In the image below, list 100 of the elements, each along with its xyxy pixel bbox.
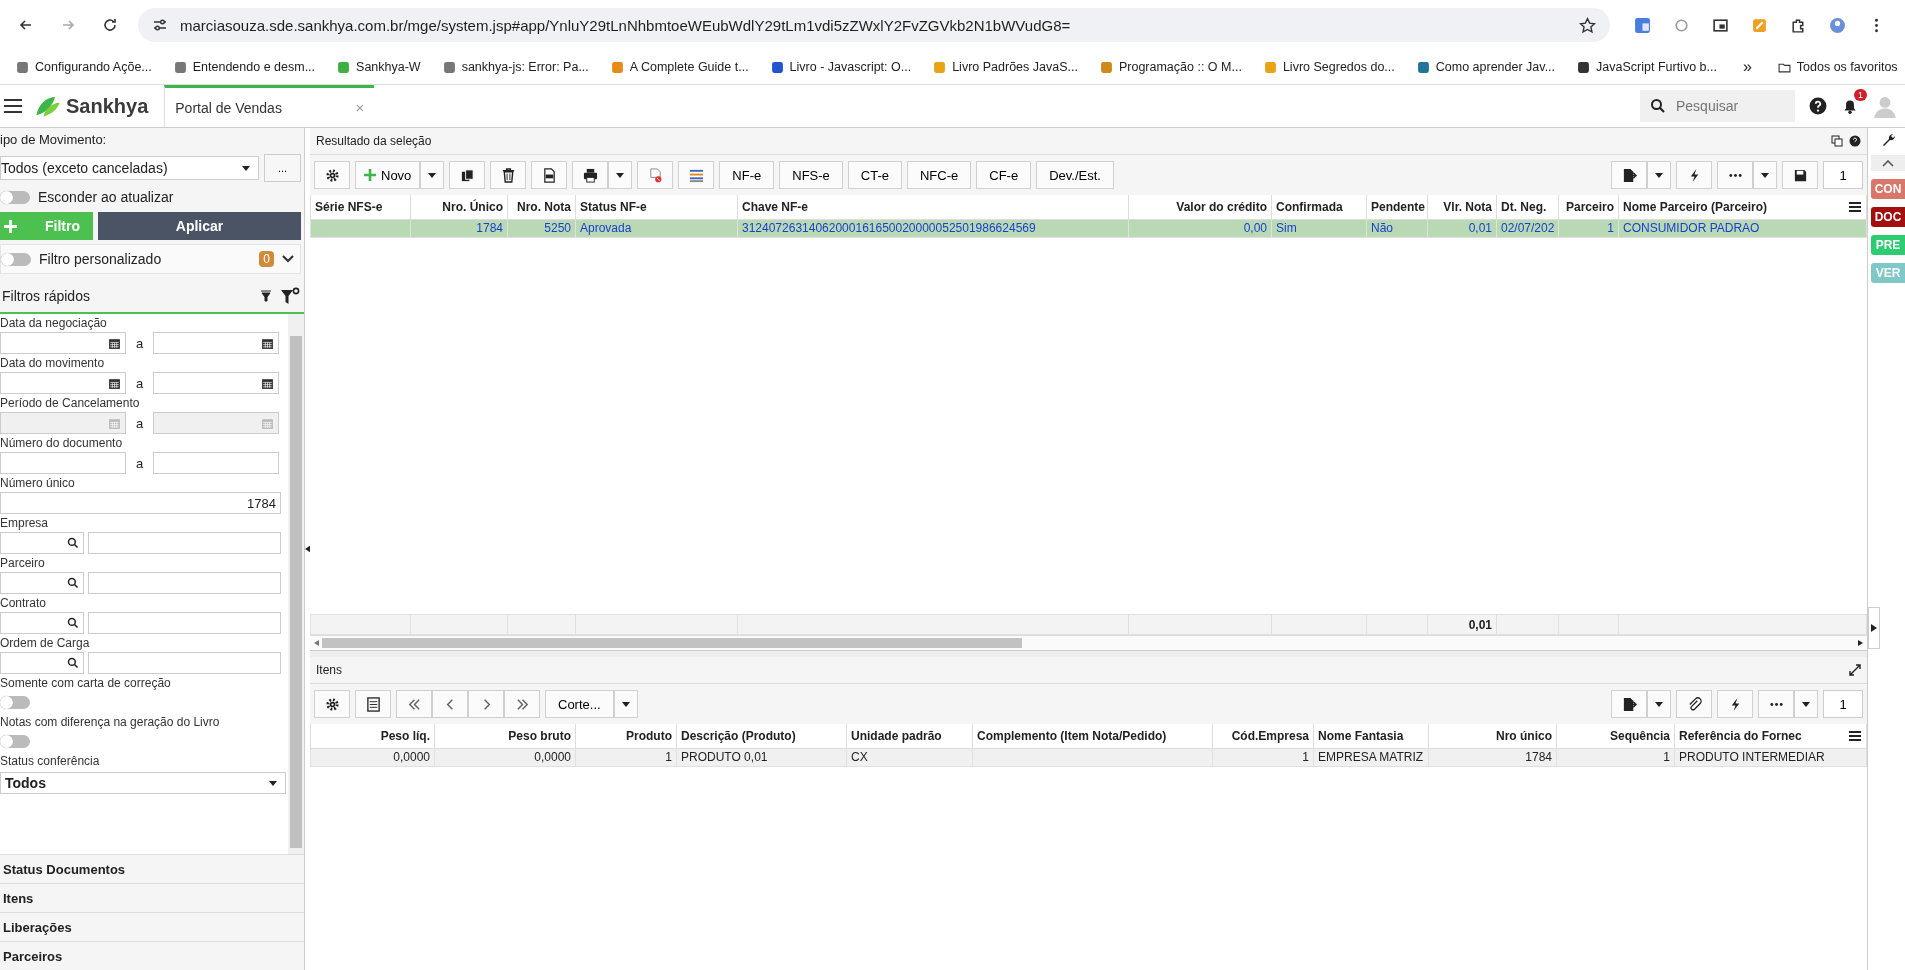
search-field[interactable]: Pesquisar xyxy=(1640,90,1795,122)
delete-button[interactable] xyxy=(490,161,527,189)
more-bookmarks-button[interactable]: » xyxy=(1730,58,1764,76)
expand-right-button[interactable] xyxy=(1868,607,1880,649)
page-field[interactable]: 1 xyxy=(1823,161,1863,189)
column-header[interactable]: Chave NF-e xyxy=(737,195,1129,219)
column-header[interactable]: Peso bruto xyxy=(434,724,576,748)
bookmark[interactable]: Como aprender Jav... xyxy=(1408,56,1564,78)
plus-icon[interactable] xyxy=(364,169,376,181)
dropdown-button[interactable] xyxy=(613,690,638,718)
bookmark[interactable]: sankhya-js: Error: Pa... xyxy=(434,56,597,78)
column-menu-icon[interactable] xyxy=(1849,202,1861,212)
toggle-switch[interactable] xyxy=(1,252,31,266)
search-icon[interactable] xyxy=(67,577,79,589)
search-icon[interactable] xyxy=(67,657,79,669)
document-type-button[interactable]: CF-e xyxy=(976,161,1032,189)
print-button[interactable] xyxy=(572,161,609,189)
vertical-scrollbar[interactable] xyxy=(288,314,304,854)
bookmark[interactable]: Entendendo e desm... xyxy=(165,56,324,78)
date-field[interactable] xyxy=(153,372,279,394)
bookmark-folder[interactable]: Todos os favoritos xyxy=(1769,56,1905,78)
dropdown-button[interactable] xyxy=(1794,690,1818,718)
calendar-icon[interactable] xyxy=(261,336,274,350)
copy-icon[interactable] xyxy=(1831,135,1843,147)
date-field[interactable] xyxy=(0,372,126,394)
copy-icon[interactable] xyxy=(459,167,475,183)
arrow-left-icon[interactable] xyxy=(314,640,319,646)
bookmark[interactable]: Livro Segredos do... xyxy=(1255,56,1403,78)
chevron-down-icon[interactable] xyxy=(282,255,294,263)
column-header[interactable]: Cód.Empresa xyxy=(1212,724,1314,748)
search-input[interactable]: Pesquisar xyxy=(1674,97,1768,115)
column-header[interactable]: Sequência xyxy=(1556,724,1675,748)
column-header[interactable]: Dt. Neg. xyxy=(1496,195,1559,219)
caret-icon[interactable] xyxy=(1655,701,1663,707)
caret-icon[interactable] xyxy=(242,165,250,171)
trash-icon[interactable] xyxy=(500,167,516,183)
dropdown-button[interactable] xyxy=(608,161,633,189)
column-header[interactable]: Nome Parceiro (Parceiro) xyxy=(1618,195,1867,219)
gear-icon[interactable] xyxy=(324,167,340,183)
calendar-icon[interactable] xyxy=(261,376,274,390)
column-menu-icon[interactable] xyxy=(1849,731,1861,741)
column-header[interactable]: Nro. Único xyxy=(410,195,508,219)
settings-button[interactable] xyxy=(314,161,350,189)
column-header[interactable]: Descrição (Produto) xyxy=(676,724,847,748)
column-header[interactable]: Pendente xyxy=(1366,195,1428,219)
settings-button[interactable] xyxy=(314,690,350,718)
caret-icon[interactable] xyxy=(1802,701,1810,707)
new-button[interactable]: Novo xyxy=(355,161,421,189)
caret-icon[interactable] xyxy=(621,701,630,707)
code-field[interactable] xyxy=(0,572,84,594)
column-header[interactable]: Unidade padrão xyxy=(846,724,973,748)
more-button[interactable]: ... xyxy=(264,154,301,182)
expand-icon[interactable] xyxy=(1849,664,1861,676)
dropdown-button[interactable] xyxy=(1753,161,1777,189)
export-button[interactable] xyxy=(1611,690,1647,718)
form-view-button[interactable] xyxy=(355,690,391,718)
status-select[interactable]: Todos xyxy=(0,772,286,794)
address-bar[interactable]: marciasouza.sde.sankhya.com.br/mge/system.jsp#app/YnluY29tLnNhbmtoeWEubWdlY29tLm1vdi5zZWxlY2FvZGVkb2N1bWVudG8= xyxy=(138,8,1610,42)
cut-button[interactable]: Corte... xyxy=(545,690,614,718)
caret-icon[interactable] xyxy=(1761,172,1769,178)
caret-icon[interactable] xyxy=(428,172,437,178)
toggle-switch[interactable] xyxy=(0,735,30,748)
help-icon[interactable] xyxy=(1849,135,1861,147)
bookmark[interactable]: Configurando Açõe... xyxy=(8,56,160,78)
bookmark[interactable]: Programação :: O M... xyxy=(1091,56,1250,78)
filter-icon[interactable] xyxy=(260,290,272,302)
input-field[interactable] xyxy=(153,452,279,474)
bell-icon[interactable] xyxy=(1841,97,1859,115)
export-icon[interactable] xyxy=(1621,167,1637,183)
column-header[interactable]: Peso líq. xyxy=(310,724,435,748)
caret-icon[interactable] xyxy=(1655,172,1663,178)
pdf-button[interactable] xyxy=(531,161,568,189)
site-settings-icon[interactable] xyxy=(152,17,168,33)
document-type-button[interactable]: NFC-e xyxy=(907,161,972,189)
bookmark[interactable]: Livro - Javascript: O... xyxy=(762,56,920,78)
column-header[interactable]: Produto xyxy=(575,724,677,748)
reload-icon[interactable] xyxy=(102,17,118,33)
profile-icon[interactable] xyxy=(1829,16,1846,34)
document-type-button[interactable]: Dev./Est. xyxy=(1036,161,1114,189)
export-icon[interactable] xyxy=(1621,696,1637,712)
column-header[interactable]: Nro. Nota xyxy=(507,195,576,219)
triangle-right-icon[interactable] xyxy=(1871,624,1877,632)
input-field[interactable] xyxy=(88,572,281,594)
code-field[interactable] xyxy=(0,652,84,674)
apply-button[interactable]: Aplicar xyxy=(98,212,301,240)
input-field[interactable]: 1784 xyxy=(0,492,281,514)
movement-type-select[interactable]: Todos (exceto canceladas) xyxy=(0,156,259,180)
page-field[interactable]: 1 xyxy=(1823,690,1863,718)
last-page-button[interactable] xyxy=(504,690,540,718)
input-field[interactable] xyxy=(88,612,281,634)
star-icon[interactable] xyxy=(1579,16,1596,34)
attachment-button[interactable] xyxy=(1676,690,1712,718)
column-header[interactable]: Status NF-e xyxy=(575,195,738,219)
input-field[interactable] xyxy=(88,532,281,554)
caret-icon[interactable] xyxy=(269,780,277,786)
bookmark[interactable]: Livro Padrões JavaS... xyxy=(925,56,1086,78)
date-field[interactable] xyxy=(153,332,279,354)
toggle-switch[interactable] xyxy=(0,190,30,204)
column-header[interactable]: Referência do Fornec xyxy=(1674,724,1867,748)
list-icon[interactable] xyxy=(688,167,704,183)
